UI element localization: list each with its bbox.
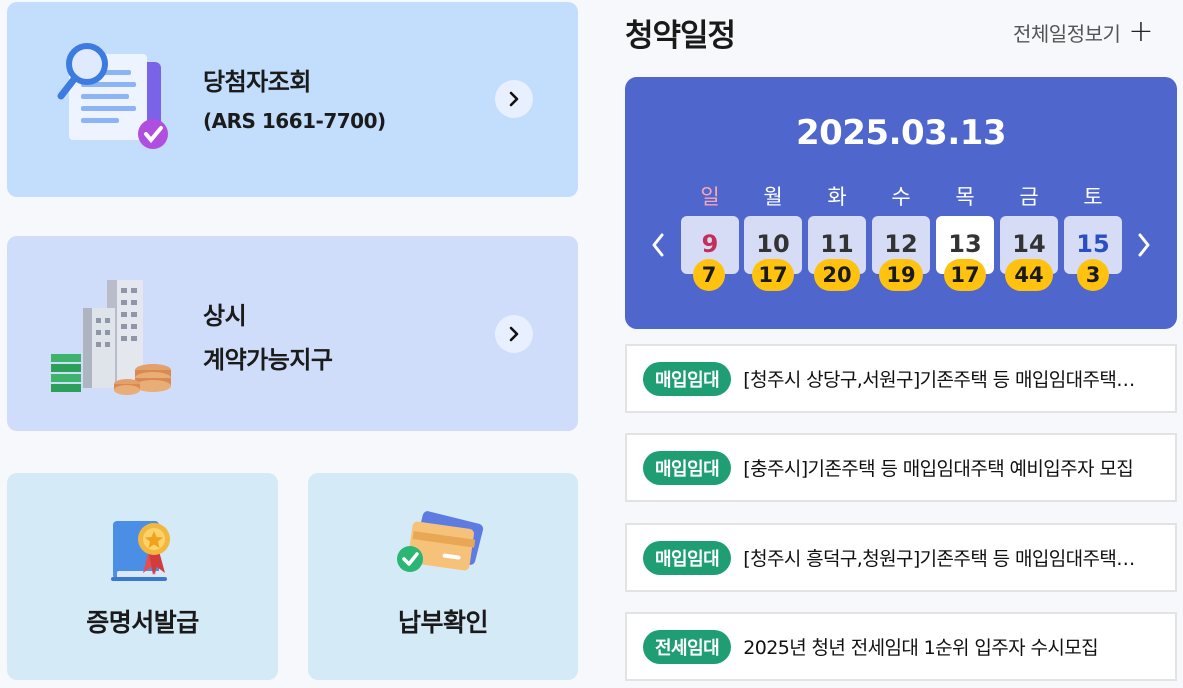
notice-item[interactable]: 전세임대 2025년 청년 전세임대 1순위 입주자 수시모집 xyxy=(625,612,1177,681)
schedule-title: 청약일정 xyxy=(625,18,736,54)
day-name-wed: 수 xyxy=(891,185,911,209)
day-number: 11 xyxy=(820,230,854,258)
contract-districts-title-line1: 상시 xyxy=(203,302,247,330)
winner-lookup-card[interactable]: 당첨자조회 (ARS 1661-7700) xyxy=(7,2,578,197)
notice-title: [충주시]기존주택 등 매입임대주택 예비입주자 모집 xyxy=(743,458,1134,480)
day-number: 9 xyxy=(701,230,719,258)
payment-confirm-card[interactable]: 납부확인 xyxy=(308,473,578,680)
day-name-mon: 월 xyxy=(763,185,783,209)
winner-lookup-phone: (ARS 1661-7700) xyxy=(203,109,386,133)
day-count-badge: 44 xyxy=(1005,259,1053,291)
notice-tag: 매입임대 xyxy=(643,540,732,575)
day-number: 10 xyxy=(756,230,790,258)
day-count-badge: 17 xyxy=(752,259,794,291)
chevron-right-icon xyxy=(1138,233,1150,257)
schedule-calendar: 2025.03.13 일 9 7 월 10 17 화 11 20 수 12 19… xyxy=(625,77,1177,329)
day-count-badge: 7 xyxy=(693,259,725,291)
notice-title: 2025년 청년 전세임대 1순위 입주자 수시모집 xyxy=(743,637,1098,659)
winner-lookup-arrow-button[interactable] xyxy=(495,80,533,118)
notice-title: [청주시 상당구,서원구]기존주택 등 매입임대주택 예비입주자 모집 xyxy=(743,369,1139,391)
day-name-sat: 토 xyxy=(1083,185,1103,209)
buildings-coins-icon xyxy=(51,280,171,395)
certificate-issue-title: 증명서발급 xyxy=(86,608,199,637)
day-count-badge: 17 xyxy=(944,259,986,291)
notice-item[interactable]: 매입임대 [청주시 상당구,서원구]기존주택 등 매입임대주택 예비입주자 모집 xyxy=(625,344,1177,413)
day-name-sun: 일 xyxy=(700,185,720,209)
credit-card-check-icon xyxy=(397,511,484,572)
certificate-medal-icon xyxy=(111,521,170,581)
day-number: 12 xyxy=(884,230,918,258)
day-number: 15 xyxy=(1076,230,1110,258)
notice-title: [청주시 흥덕구,청원구]기존주택 등 매입임대주택 예비입주자 모집 xyxy=(743,548,1139,570)
chevron-left-icon xyxy=(652,233,664,257)
contract-districts-card[interactable]: 상시 계약가능지구 xyxy=(7,236,578,431)
day-number: 14 xyxy=(1012,230,1046,258)
contract-districts-arrow-button[interactable] xyxy=(495,315,533,353)
calendar-prev-button[interactable] xyxy=(643,229,673,261)
day-name-thu: 목 xyxy=(955,185,975,209)
calendar-current-date: 2025.03.13 xyxy=(795,113,1007,153)
payment-confirm-title: 납부확인 xyxy=(397,608,489,637)
notice-tag: 매입임대 xyxy=(643,450,732,485)
chevron-right-icon xyxy=(509,91,519,107)
contract-districts-title-line2: 계약가능지구 xyxy=(203,346,333,374)
certificate-issue-card[interactable]: 증명서발급 xyxy=(7,473,278,680)
view-all-schedule-label: 전체일정보기 xyxy=(1013,21,1121,46)
notice-tag: 매입임대 xyxy=(643,361,732,396)
day-number: 13 xyxy=(948,230,982,258)
document-search-icon xyxy=(57,43,168,149)
plus-icon: + xyxy=(1128,14,1154,49)
notice-item[interactable]: 매입임대 [충주시]기존주택 등 매입임대주택 예비입주자 모집 xyxy=(625,433,1177,502)
view-all-schedule-link[interactable]: 전체일정보기 + xyxy=(1013,14,1154,49)
day-count-badge: 19 xyxy=(879,259,923,291)
winner-lookup-title: 당첨자조회 xyxy=(203,68,311,96)
day-name-fri: 금 xyxy=(1019,185,1039,209)
notice-tag: 전세임대 xyxy=(643,629,732,664)
calendar-next-button[interactable] xyxy=(1129,229,1159,261)
day-count-badge: 20 xyxy=(814,259,860,291)
chevron-right-icon xyxy=(509,326,519,342)
notice-item[interactable]: 매입임대 [청주시 흥덕구,청원구]기존주택 등 매입임대주택 예비입주자 모집 xyxy=(625,523,1177,592)
day-name-tue: 화 xyxy=(827,185,847,209)
day-count-badge: 3 xyxy=(1077,259,1109,291)
